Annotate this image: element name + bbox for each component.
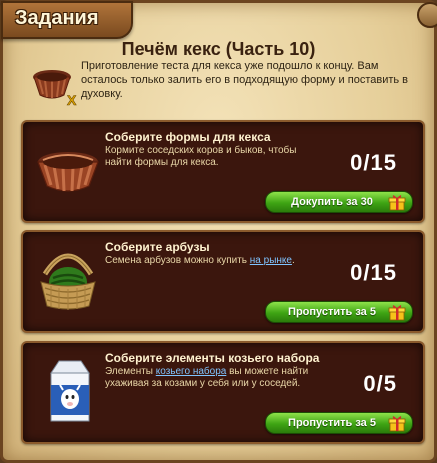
quest-window: Задания Печём кекс (Часть 10) X Приготов… <box>0 0 437 463</box>
task-description: Семена арбузов можно купить на рынке. <box>105 255 320 267</box>
button-label: Пропустить за 5 <box>288 417 376 429</box>
window-title: Задания <box>15 7 99 29</box>
cupcake-mold-icon <box>37 152 99 192</box>
goat-set-link[interactable]: козьего набора <box>156 366 227 377</box>
buy-more-button[interactable]: Докупить за 30 <box>265 191 413 213</box>
skip-button[interactable]: Пропустить за 5 <box>265 412 413 434</box>
task-progress-count: 0/5 <box>363 371 397 396</box>
svg-text:X: X <box>67 92 77 107</box>
task-progress-count: 0/15 <box>350 260 397 285</box>
market-link[interactable]: на рынке <box>250 255 292 266</box>
quest-description: Приготовление теста для кекса уже подошл… <box>81 60 409 100</box>
task-card-goat-set: Соберите элементы козьего набора Элемент… <box>21 341 425 444</box>
task-card-cake-molds: Соберите формы для кекса Кормите соседск… <box>21 120 425 223</box>
gift-icon <box>388 195 406 211</box>
skip-button[interactable]: Пропустить за 5 <box>265 301 413 323</box>
task-title: Соберите элементы козьего набора <box>105 351 320 365</box>
task-card-watermelons: Соберите арбузы Семена арбузов можно куп… <box>21 230 425 333</box>
quest-title: Печём кекс (Часть 10) <box>121 39 316 59</box>
task-description-text: . <box>291 255 295 266</box>
task-description-text: Семена арбузов можно купить <box>105 255 250 266</box>
gift-icon <box>388 305 406 321</box>
goat-milk-carton-icon <box>50 360 90 422</box>
task-title: Соберите арбузы <box>105 240 210 254</box>
task-title: Соберите формы для кекса <box>105 130 271 144</box>
close-button[interactable] <box>417 2 437 28</box>
task-description: Кормите соседских коров и быков, чтобы н… <box>105 145 320 169</box>
task-description-text: Элементы <box>105 366 156 377</box>
task-progress-count: 0/15 <box>350 150 397 175</box>
button-label: Докупить за 30 <box>291 196 373 208</box>
window-tab: Задания <box>1 1 133 39</box>
task-description-text: Кормите соседских коров и быков, чтобы н… <box>105 145 297 168</box>
cupcake-mold-icon: X <box>33 70 77 107</box>
gift-icon <box>388 416 406 432</box>
button-label: Пропустить за 5 <box>288 306 376 318</box>
watermelon-basket-icon <box>40 253 96 310</box>
task-description: Элементы козьего набора вы можете найти … <box>105 366 320 390</box>
